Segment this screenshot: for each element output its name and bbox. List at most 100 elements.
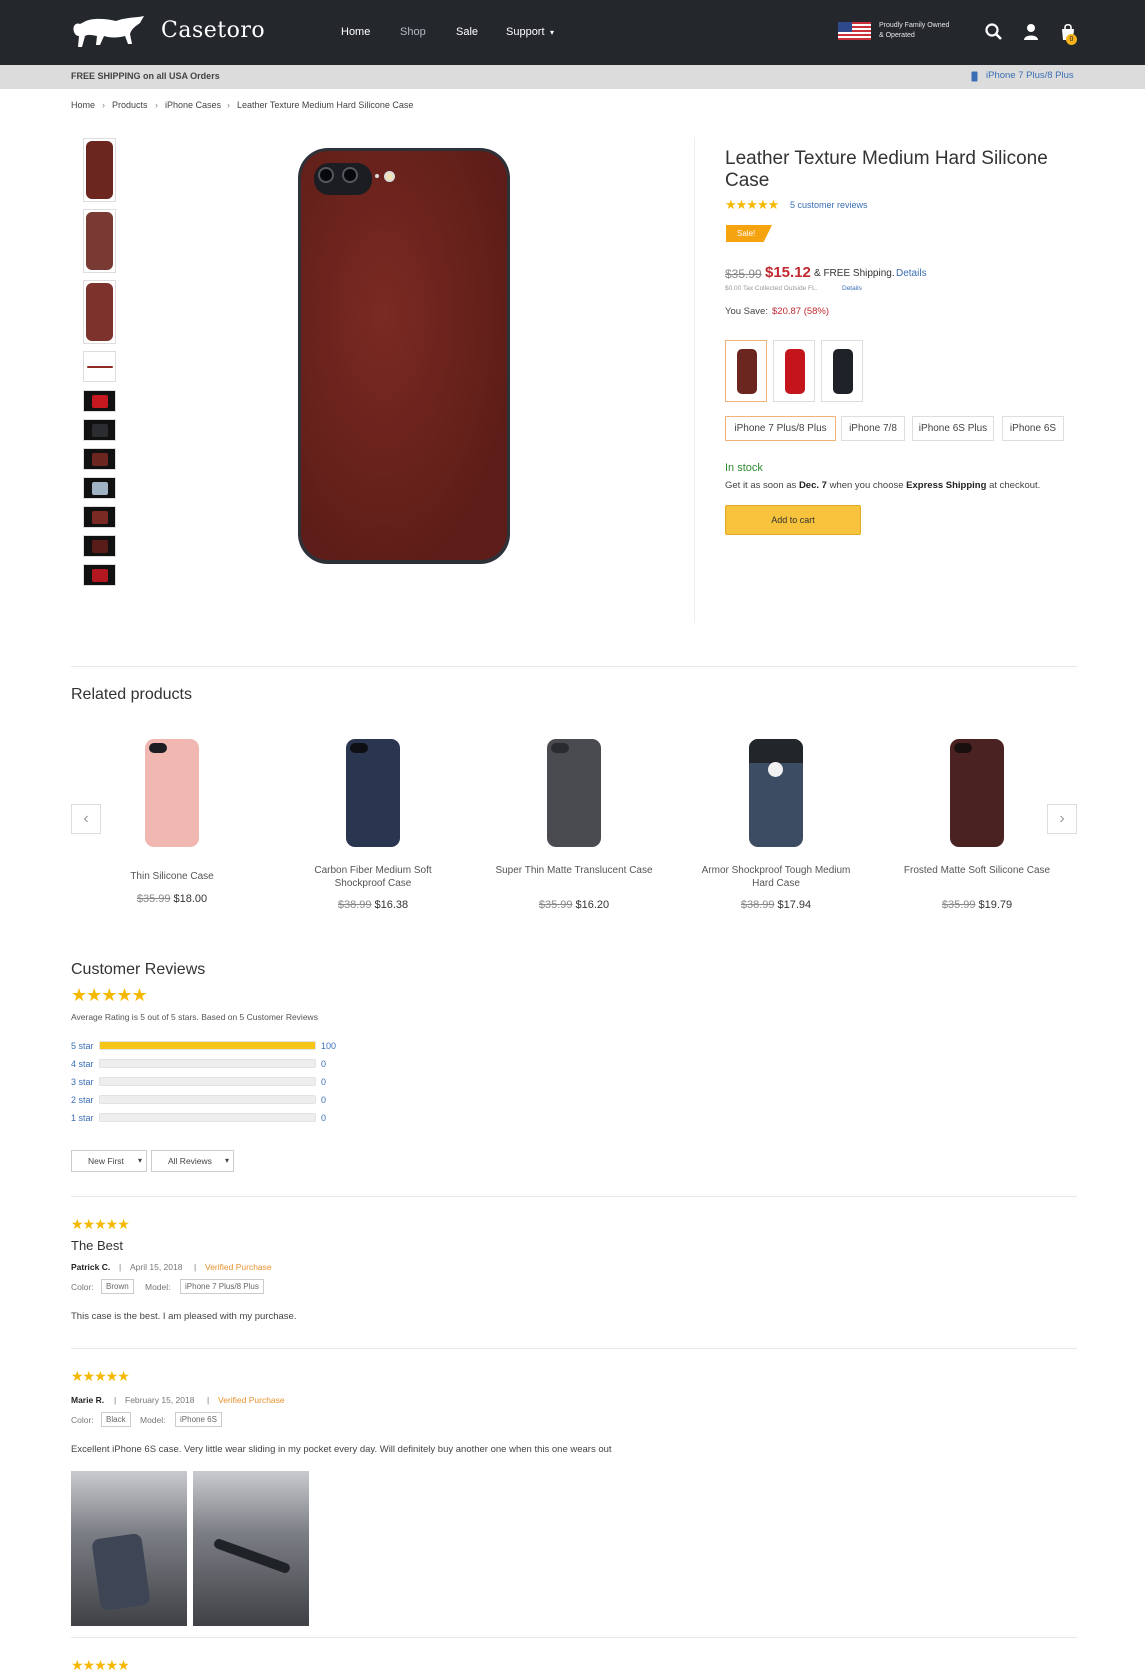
model-option-7plus-8plus[interactable]: iPhone 7 Plus/8 Plus [725, 416, 836, 441]
review-photo[interactable] [193, 1471, 309, 1626]
camera-lens [342, 167, 358, 183]
average-rating-stars: ★★★★★ [71, 985, 148, 1005]
review-color-tag: Black [101, 1412, 131, 1427]
verified-purchase-badge: Verified Purchase [205, 1262, 272, 1272]
related-product-name[interactable]: Thin Silicone Case [92, 870, 252, 883]
stock-status: In stock [725, 462, 763, 474]
gallery-thumbnail[interactable] [83, 535, 116, 557]
breadcrumb-current: Leather Texture Medium Hard Silicone Cas… [237, 100, 414, 110]
gallery-thumbnail[interactable] [83, 280, 116, 344]
meta-separator: | [119, 1262, 122, 1272]
breadcrumb-separator: › [102, 100, 105, 110]
free-shipping-notice: FREE SHIPPING on all USA Orders [71, 71, 220, 81]
breadcrumb-products[interactable]: Products [112, 100, 148, 110]
cart-count-badge: 0 [1066, 34, 1077, 45]
add-to-cart-button[interactable]: Add to cart [725, 505, 861, 535]
model-option-7-8[interactable]: iPhone 7/8 [841, 416, 905, 441]
breadcrumb-separator: › [155, 100, 158, 110]
gallery-thumbnail[interactable] [83, 390, 116, 412]
rating-filter-3[interactable]: 3 star [71, 1077, 94, 1087]
you-save-amount: $20.87 (58%) [772, 306, 830, 317]
rating-count: 0 [321, 1095, 327, 1105]
related-product-name[interactable]: Frosted Matte Soft Silicone Case [897, 864, 1057, 877]
gallery-thumbnail[interactable] [83, 448, 116, 470]
armor-top-band [749, 739, 803, 763]
rating-filter-2[interactable]: 2 star [71, 1095, 94, 1105]
bull-logo-icon[interactable] [70, 14, 148, 50]
product-title: Leather Texture Medium Hard Silicone Cas… [725, 148, 1048, 191]
reviews-heading: Customer Reviews [71, 961, 206, 978]
rating-filter-5[interactable]: 5 star [71, 1041, 94, 1051]
search-icon[interactable] [984, 22, 1004, 42]
breadcrumb-home[interactable]: Home [71, 100, 95, 110]
carousel-prev-button[interactable]: ‹ [71, 804, 101, 834]
camera-cutout [149, 743, 167, 753]
section-divider [71, 1637, 1077, 1638]
usa-flag-icon [838, 22, 871, 40]
color-label: Color: [71, 1282, 94, 1292]
related-product-image[interactable] [547, 739, 601, 847]
gallery-thumbnail[interactable] [83, 209, 116, 273]
model-label: Model: [145, 1282, 171, 1292]
nav-sale[interactable]: Sale [456, 26, 478, 38]
model-option-6s[interactable]: iPhone 6S [1002, 416, 1064, 441]
rating-filter-4[interactable]: 4 star [71, 1059, 94, 1069]
user-icon[interactable] [1021, 22, 1041, 42]
review-author: Marie R. [71, 1395, 105, 1405]
camera-cutout [551, 743, 569, 753]
customer-reviews-link[interactable]: 5 customer reviews [790, 200, 868, 210]
related-product-image[interactable] [346, 739, 400, 847]
gallery-thumbnail[interactable] [83, 138, 116, 202]
nav-support[interactable]: Support [506, 26, 545, 38]
sale-badge: Sale! [726, 225, 772, 242]
sort-select[interactable]: New First [71, 1150, 147, 1172]
old-price: $35.99 [725, 267, 762, 281]
breadcrumb-iphone-cases[interactable]: iPhone Cases [165, 100, 221, 110]
related-product-name[interactable]: Super Thin Matte Translucent Case [494, 864, 654, 877]
section-divider [71, 1348, 1077, 1349]
review-stars: ★★★★★ [71, 1368, 130, 1384]
related-product-price: $35.99 $19.79 [941, 899, 1013, 911]
color-swatch-red[interactable] [773, 340, 815, 402]
nav-shop[interactable]: Shop [400, 26, 426, 38]
related-heading: Related products [71, 686, 192, 703]
nav-home[interactable]: Home [341, 26, 370, 38]
related-product-image[interactable] [145, 739, 199, 847]
rating-bar [99, 1077, 316, 1086]
rating-count: 0 [321, 1059, 327, 1069]
selected-device-link[interactable]: iPhone 7 Plus/8 Plus [986, 70, 1074, 81]
meta-separator: | [114, 1395, 117, 1405]
review-color-tag: Brown [101, 1279, 134, 1294]
gallery-thumbnail[interactable] [83, 564, 116, 586]
rating-filter-1[interactable]: 1 star [71, 1113, 94, 1123]
review-text: Excellent iPhone 6S case. Very little we… [71, 1444, 612, 1455]
related-product-image[interactable] [950, 739, 1004, 847]
gallery-thumbnail[interactable] [83, 506, 116, 528]
you-save-label: You Save: [725, 306, 768, 317]
leather-case-surface [301, 151, 507, 560]
shipping-details-link[interactable]: Details [896, 268, 927, 279]
column-divider [694, 137, 695, 623]
color-swatch-black[interactable] [821, 340, 863, 402]
rating-count: 0 [321, 1113, 327, 1123]
model-option-6s-plus[interactable]: iPhone 6S Plus [912, 416, 994, 441]
rating-stars: ★★★★★ [725, 197, 779, 212]
chevron-down-icon[interactable]: ▾ [550, 28, 554, 37]
gallery-thumbnail[interactable] [83, 351, 116, 382]
related-product-price: $38.99 $17.94 [740, 899, 812, 911]
brand-name[interactable]: Casetoro [161, 18, 265, 43]
carousel-next-button[interactable]: › [1047, 804, 1077, 834]
color-swatch-brown[interactable] [725, 340, 767, 402]
breadcrumb-separator: › [227, 100, 230, 110]
filter-select[interactable]: All Reviews [151, 1150, 234, 1172]
rating-count: 100 [321, 1041, 337, 1051]
gallery-thumbnail[interactable] [83, 419, 116, 441]
flash-icon [384, 171, 395, 182]
section-divider [71, 666, 1077, 667]
related-product-name[interactable]: Carbon Fiber Medium Soft Shockproof Case [293, 864, 453, 890]
meta-separator: | [194, 1262, 197, 1272]
gallery-thumbnail[interactable] [83, 477, 116, 499]
tax-details-link[interactable]: Details [842, 285, 862, 292]
related-product-name[interactable]: Armor Shockproof Tough Medium Hard Case [696, 864, 856, 890]
related-product-price: $35.99 $16.20 [538, 899, 610, 911]
